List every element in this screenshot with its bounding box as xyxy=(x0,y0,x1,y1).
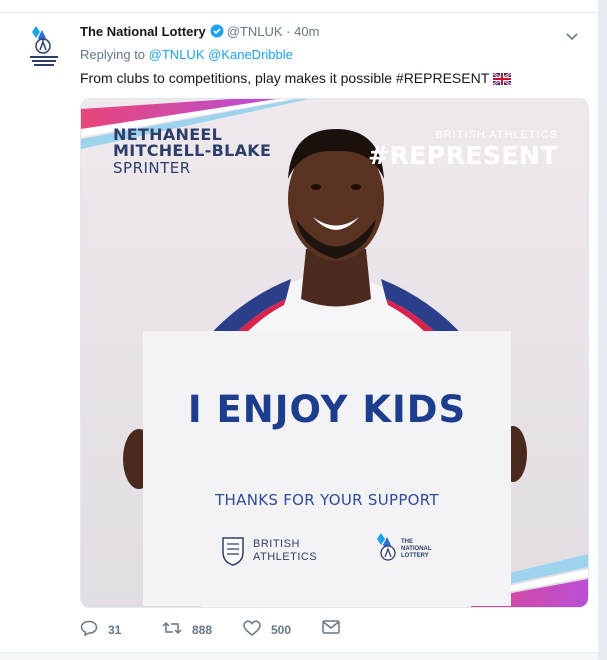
reply-button[interactable]: 31 xyxy=(80,620,121,639)
author-handle[interactable]: @TNLUK xyxy=(227,24,283,39)
sign-thanks-text: THANKS FOR YOUR SUPPORT xyxy=(215,491,439,509)
nl-line-3: LOTTERY xyxy=(401,553,429,559)
retweet-count: 888 xyxy=(192,622,213,637)
retweet-icon xyxy=(162,620,182,639)
like-count: 500 xyxy=(271,622,292,637)
tweet-card[interactable]: The National Lottery @TNLUK · 40m Replyin… xyxy=(0,0,599,660)
reply-count: 31 xyxy=(108,622,122,637)
tweet-text-row: From clubs to competitions, play makes i… xyxy=(80,70,512,88)
retweet-button[interactable]: 888 xyxy=(162,620,212,639)
ba-line-2: ATHLETICS xyxy=(253,551,318,563)
envelope-icon xyxy=(322,620,340,637)
top-divider xyxy=(0,0,598,13)
tweet-time[interactable]: 40m xyxy=(294,24,319,39)
tweet-header: The National Lottery @TNLUK · 40m xyxy=(80,24,319,42)
reply-mention-kanedribble[interactable]: @KaneDribble xyxy=(208,47,293,62)
nl-line-1: THE xyxy=(401,539,413,545)
time-separator: · xyxy=(286,24,291,39)
message-sign: I ENJOY KIDS THANKS FOR YOUR SUPPORT BRI… xyxy=(143,331,511,606)
athlete-last-name: MITCHELL-BLAKE xyxy=(113,141,272,160)
tweet-text: From clubs to competitions, play makes i… xyxy=(80,70,490,86)
direct-message-button[interactable] xyxy=(322,620,340,637)
reply-icon xyxy=(80,620,98,639)
nl-line-2: NATIONAL xyxy=(401,546,432,552)
heart-icon xyxy=(243,620,261,639)
sign-main-text: I ENJOY KIDS xyxy=(187,388,467,431)
chevron-down-icon[interactable] xyxy=(566,28,578,46)
like-button[interactable]: 500 xyxy=(243,620,291,639)
replying-to: Replying to @TNLUK @KaneDribble xyxy=(80,47,293,62)
british-athletics-logo-text: BRITISH ATHLETICS xyxy=(253,538,317,564)
replying-prefix: Replying to xyxy=(80,47,146,62)
avatar[interactable] xyxy=(24,24,64,72)
athlete-name: NETHANEEL MITCHELL-BLAKE xyxy=(113,127,271,159)
national-lottery-logo-icon xyxy=(30,26,58,66)
verified-badge-icon xyxy=(210,24,224,42)
hashtag-banner: #REPRESENT xyxy=(368,141,558,170)
uk-flag-icon xyxy=(492,71,512,88)
author-name[interactable]: The National Lottery xyxy=(80,24,206,39)
brand-small-text: BRITISH ATHLETICS xyxy=(435,129,558,141)
reply-mention-tnluk[interactable]: @TNLUK xyxy=(149,47,205,62)
ba-line-1: BRITISH xyxy=(253,538,300,550)
athlete-role: SPRINTER xyxy=(113,159,191,177)
national-lottery-logo-text: THE NATIONAL LOTTERY xyxy=(401,539,432,560)
tweet-media-image[interactable]: NETHANEEL MITCHELL-BLAKE SPRINTER BRITIS… xyxy=(80,98,589,608)
